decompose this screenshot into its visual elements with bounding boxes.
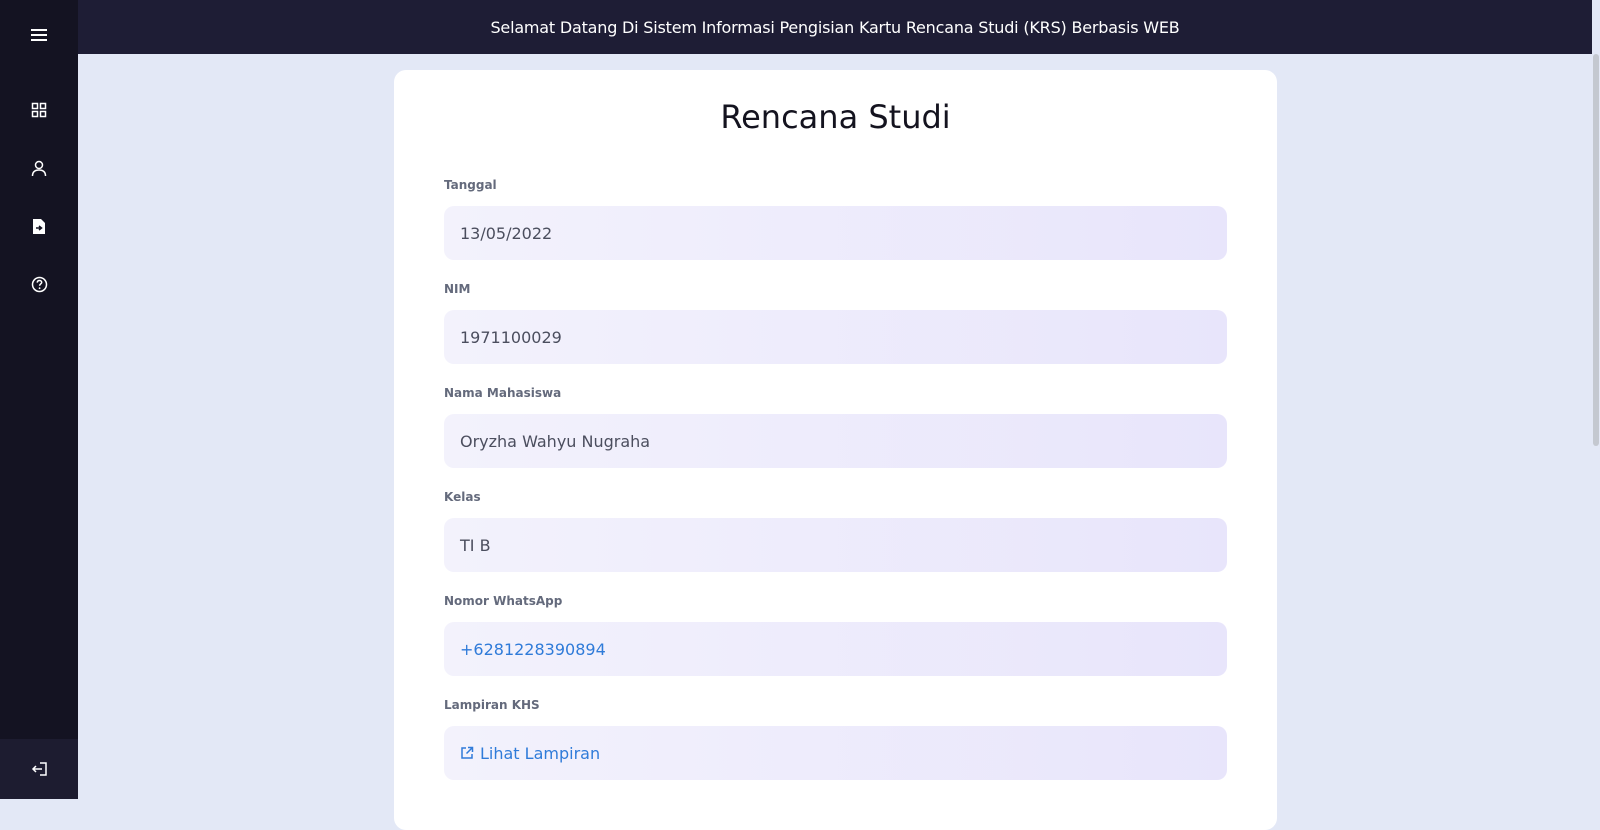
- khs-attachment-label: Lampiran KHS: [444, 698, 540, 712]
- student-name-label: Nama Mahasiswa: [444, 386, 562, 400]
- view-attachment-link[interactable]: Lihat Lampiran: [444, 726, 1227, 780]
- sidebar-item-profile[interactable]: [0, 148, 78, 188]
- menu-toggle-button[interactable]: [0, 15, 78, 55]
- whatsapp-value: +6281228390894: [460, 639, 606, 659]
- whatsapp-link[interactable]: +6281228390894: [444, 622, 1227, 676]
- top-header: Selamat Datang Di Sistem Informasi Pengi…: [78, 0, 1592, 54]
- user-icon: [31, 160, 47, 176]
- view-attachment-label: Lihat Lampiran: [480, 743, 601, 763]
- date-field[interactable]: 13/05/2022: [444, 206, 1227, 260]
- nim-value: 1971100029: [460, 327, 562, 347]
- header-title: Selamat Datang Di Sistem Informasi Pengi…: [490, 17, 1180, 37]
- sidebar-item-dashboard[interactable]: [0, 90, 78, 130]
- dashboard-icon: [31, 102, 47, 118]
- student-name-value: Oryzha Wahyu Nugraha: [460, 431, 651, 451]
- date-value: 13/05/2022: [460, 223, 553, 243]
- sidebar-item-help[interactable]: [0, 264, 78, 304]
- class-value: TI B: [460, 535, 491, 555]
- class-label: Kelas: [444, 490, 481, 504]
- menu-icon: [31, 29, 47, 41]
- external-link-icon: [460, 746, 474, 760]
- sidebar: [0, 0, 78, 799]
- logout-icon: [31, 762, 47, 776]
- study-plan-card: Rencana Studi Tanggal 13/05/2022 NIM 197…: [394, 70, 1277, 830]
- whatsapp-label: Nomor WhatsApp: [444, 594, 563, 608]
- page-title: Rencana Studi: [720, 98, 951, 136]
- sidebar-item-document[interactable]: [0, 206, 78, 246]
- help-icon: [31, 276, 47, 292]
- scrollbar-thumb[interactable]: [1593, 54, 1599, 446]
- class-field[interactable]: TI B: [444, 518, 1227, 572]
- student-name-field[interactable]: Oryzha Wahyu Nugraha: [444, 414, 1227, 468]
- document-icon: [33, 218, 45, 234]
- logout-button[interactable]: [0, 739, 78, 799]
- date-label: Tanggal: [444, 178, 497, 192]
- nim-label: NIM: [444, 282, 471, 296]
- nim-field[interactable]: 1971100029: [444, 310, 1227, 364]
